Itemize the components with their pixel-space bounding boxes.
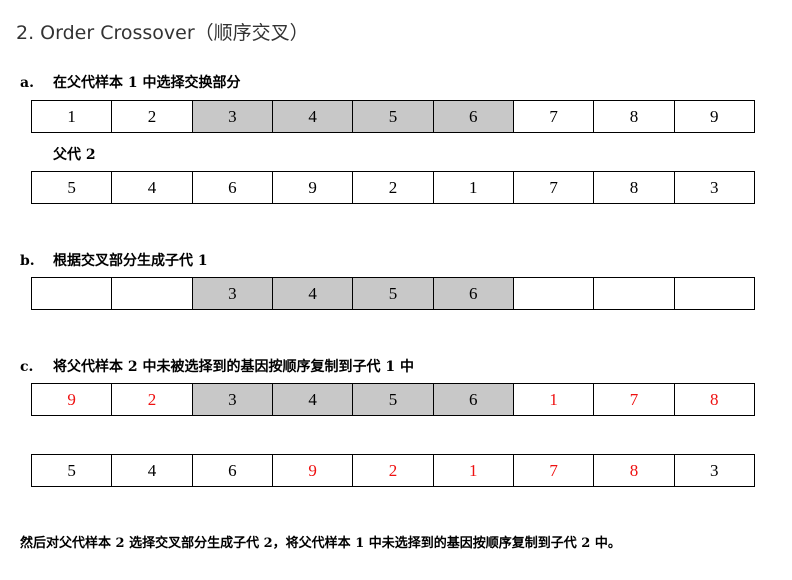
step-a-text: 在父代样本 1 中选择交换部分: [53, 75, 241, 91]
parent1-cell: 9: [674, 101, 755, 133]
child-full-cell: 9: [32, 384, 113, 416]
child-partial-cell: 3: [192, 278, 273, 310]
step-b-text: 根据交叉部分生成子代 1: [53, 253, 208, 269]
parent2-marked-row: 546921783: [31, 454, 755, 487]
child-partial-cell: [674, 278, 755, 310]
child-full-cell: 8: [674, 384, 755, 416]
step-c: c. 将父代样本 2 中未被选择到的基因按顺序复制到子代 1 中: [20, 356, 414, 376]
parent1-cell: 2: [112, 101, 193, 133]
parent2-marked-cell: 5: [32, 455, 113, 487]
child-partial-cell: 6: [433, 278, 514, 310]
step-b-letter: b.: [20, 253, 35, 269]
step-c-letter: c.: [20, 359, 34, 375]
child-partial-cell: [513, 278, 595, 310]
parent2-marked-cell: 3: [674, 455, 755, 487]
child-full-cell: 6: [433, 384, 514, 416]
parent1-cell: 1: [32, 101, 113, 133]
step-a-letter: a.: [20, 75, 34, 91]
child-partial-cell: 4: [272, 278, 354, 310]
parent1-row: 123456789: [31, 100, 755, 133]
parent2-marked-cell: 7: [513, 455, 595, 487]
child-partial-cell: [594, 278, 675, 310]
parent2-cell: 7: [513, 172, 595, 204]
parent1-cell: 5: [353, 101, 434, 133]
step-c-text: 将父代样本 2 中未被选择到的基因按顺序复制到子代 1 中: [53, 359, 414, 375]
parent1-cell: 6: [433, 101, 514, 133]
parent2-cell: 5: [32, 172, 113, 204]
parent2-cell: 6: [192, 172, 273, 204]
child-full-row: 923456178: [31, 383, 755, 416]
child-partial-cell: [32, 278, 113, 310]
parent2-marked-cell: 6: [192, 455, 273, 487]
child-full-cell: 7: [594, 384, 675, 416]
child-partial-cell: [112, 278, 193, 310]
parent2-label: 父代 2: [53, 147, 96, 163]
child-full-cell: 1: [513, 384, 595, 416]
parent2-marked-cell: 4: [112, 455, 193, 487]
parent2-cell: 4: [112, 172, 193, 204]
step-a: a. 在父代样本 1 中选择交换部分: [20, 72, 241, 92]
child-partial-row: 3456: [31, 277, 755, 310]
parent2-cell: 8: [594, 172, 675, 204]
section-heading: 2. Order Crossover（顺序交叉）: [16, 22, 309, 44]
parent1-cell: 7: [513, 101, 595, 133]
child-partial-cell: 5: [353, 278, 434, 310]
parent2-cell: 9: [272, 172, 354, 204]
parent2-marked-cell: 8: [594, 455, 675, 487]
parent2-marked-cell: 1: [433, 455, 514, 487]
parent2-cell: 3: [674, 172, 755, 204]
step-b: b. 根据交叉部分生成子代 1: [20, 250, 208, 270]
parent2-marked-cell: 9: [272, 455, 354, 487]
parent2-row: 546921783: [31, 171, 755, 204]
parent2-cell: 2: [353, 172, 434, 204]
footer-note: 然后对父代样本 2 选择交叉部分生成子代 2，将父代样本 1 中未选择到的基因按…: [20, 536, 621, 551]
parent1-cell: 4: [272, 101, 354, 133]
child-full-cell: 4: [272, 384, 354, 416]
parent2-cell: 1: [433, 172, 514, 204]
parent1-cell: 3: [192, 101, 273, 133]
child-full-cell: 5: [353, 384, 434, 416]
parent2-marked-cell: 2: [353, 455, 434, 487]
child-full-cell: 3: [192, 384, 273, 416]
child-full-cell: 2: [112, 384, 193, 416]
parent1-cell: 8: [594, 101, 675, 133]
